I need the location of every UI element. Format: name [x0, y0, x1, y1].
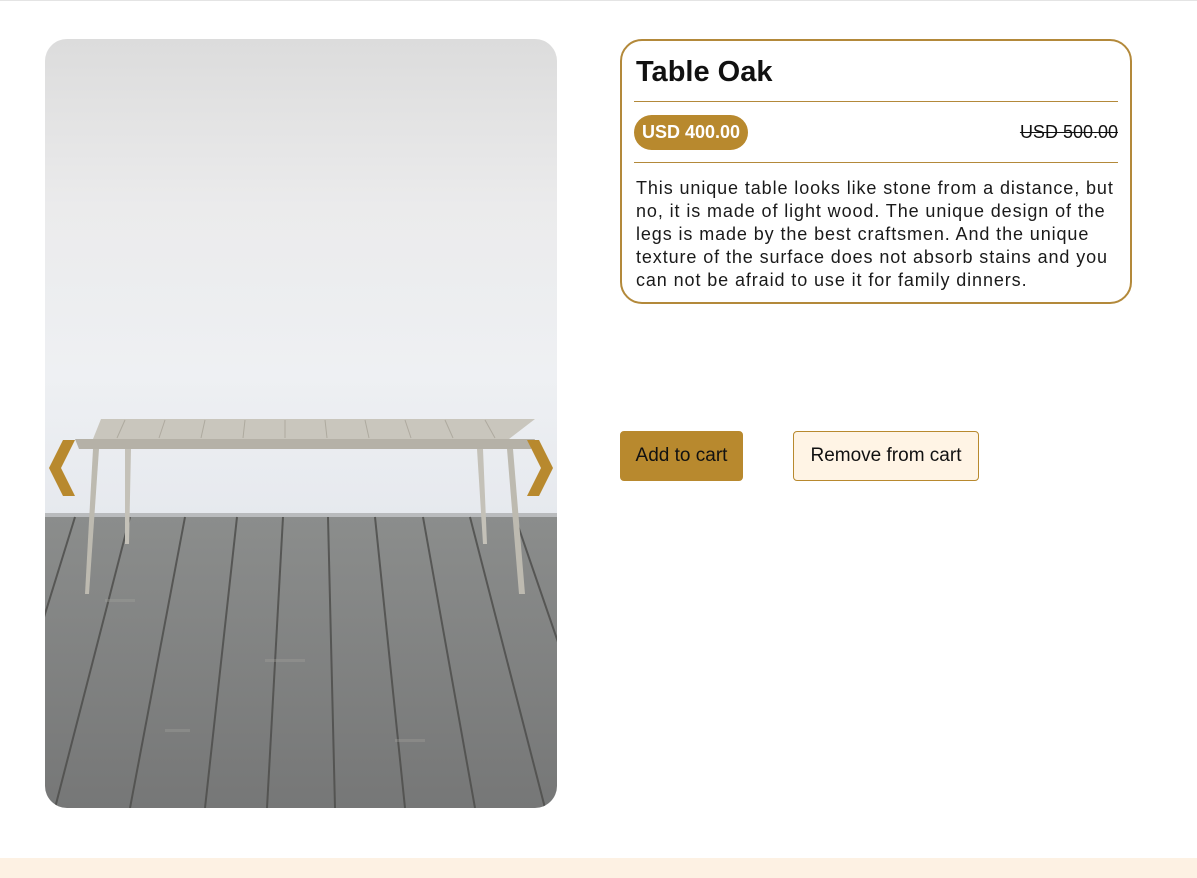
footer [0, 858, 1197, 878]
chevron-right-icon [527, 440, 553, 496]
current-price-badge: USD 400.00 [634, 115, 749, 150]
chevron-left-icon [49, 440, 75, 496]
price-divider [634, 162, 1118, 163]
product-description: This unique table looks like stone from … [636, 178, 1114, 290]
old-price: USD 500.00 [1019, 122, 1118, 142]
product-info-card: Table Oak USD 400.00 USD 500.00 This uni… [620, 39, 1132, 304]
product-image-gallery [45, 39, 557, 808]
gallery-next-button[interactable] [523, 436, 557, 500]
top-divider [0, 0, 1197, 1]
gallery-prev-button[interactable] [45, 436, 79, 500]
product-title: Table Oak [636, 56, 773, 88]
add-to-cart-button[interactable]: Add to cart [620, 431, 743, 481]
price-row: USD 400.00 USD 500.00 [634, 102, 1118, 162]
product-photo [45, 39, 557, 808]
remove-from-cart-button[interactable]: Remove from cart [793, 431, 979, 481]
